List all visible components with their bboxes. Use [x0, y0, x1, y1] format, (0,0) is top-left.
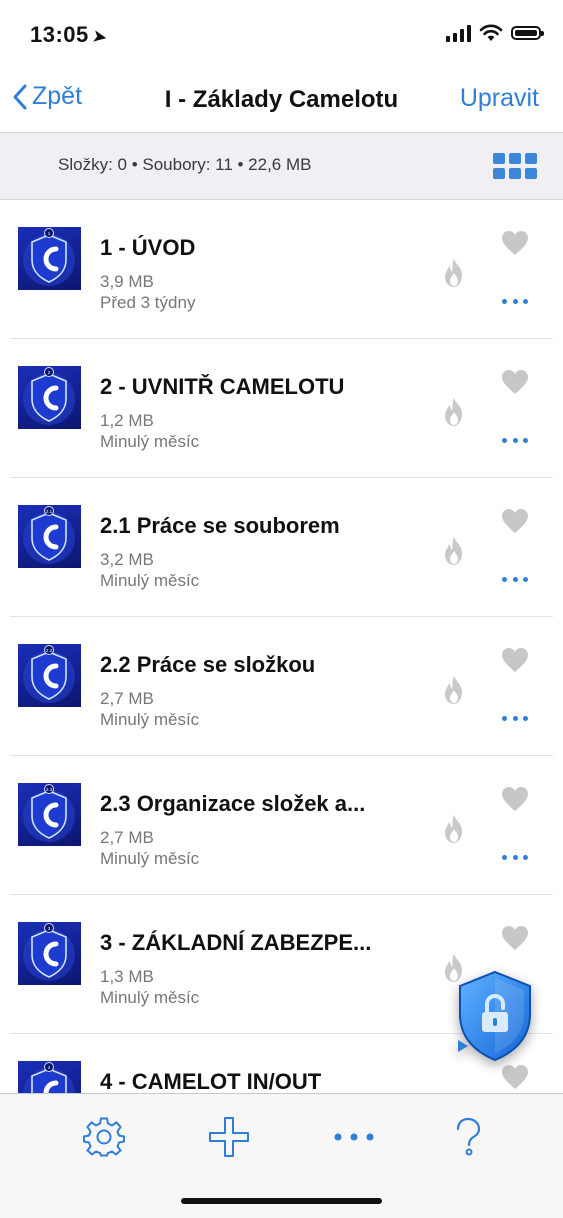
gear-icon [83, 1117, 125, 1157]
chevron-left-icon [13, 84, 27, 109]
file-more-icon[interactable] [502, 298, 528, 306]
lock-shield-button[interactable] [454, 968, 536, 1064]
file-more-icon[interactable] [502, 437, 528, 445]
thumbnail-number: 2.3 [46, 787, 53, 792]
edit-button[interactable]: Upravit [460, 84, 539, 113]
file-name: 1 - ÚVOD [100, 235, 196, 260]
folder-summary-bar: Složky: 0 • Soubory: 11 • 22,6 MB [0, 132, 563, 200]
plus-icon [209, 1117, 249, 1157]
file-thumbnail: 3 [18, 922, 81, 985]
home-indicator [181, 1198, 382, 1204]
flame-icon [445, 815, 462, 843]
favorite-heart-icon[interactable] [501, 230, 529, 256]
camelot-shield-logo: 3 [23, 923, 75, 981]
file-size: 1,2 MB [100, 411, 154, 430]
flame-icon [445, 259, 462, 287]
file-row[interactable]: 2 2 - UVNITŘ CAMELOTU 1,2 MB Minulý měsíc [0, 339, 563, 478]
help-icon [456, 1117, 481, 1156]
camelot-shield-logo: 2.3 [23, 784, 75, 842]
status-bar: 13:05 ➤ [0, 0, 563, 64]
add-button[interactable] [206, 1114, 252, 1160]
more-icon [334, 1133, 374, 1141]
file-row[interactable]: 1 1 - ÚVOD 3,9 MB Před 3 týdny [0, 200, 563, 339]
camelot-shield-logo: 2.1 [23, 506, 75, 564]
file-name: 2.2 Práce se složkou [100, 652, 316, 677]
file-list: 1 1 - ÚVOD 3,9 MB Před 3 týdny 2 2 - UVNITŘ C… [0, 200, 563, 1093]
file-size: 2,7 MB [100, 689, 154, 708]
file-name: 3 - ZÁKLADNÍ ZABEZPE... [100, 930, 372, 955]
file-date: Minulý měsíc [100, 432, 200, 451]
thumbnail-number: 2.1 [46, 509, 53, 514]
flame-icon [445, 398, 462, 426]
file-thumbnail: 4 [18, 1061, 81, 1093]
status-indicators [446, 24, 544, 42]
cellular-signal-icon [446, 24, 471, 42]
file-date: Minulý měsíc [100, 571, 200, 590]
file-name: 2.3 Organizace složek a... [100, 791, 366, 816]
file-name: 4 - CAMELOT IN/OUT [100, 1069, 322, 1093]
flame-icon [445, 537, 462, 565]
back-label: Zpět [32, 82, 83, 110]
wifi-icon [479, 24, 503, 41]
help-button[interactable] [445, 1114, 491, 1160]
file-row[interactable]: 2.2 2.2 Práce se složkou 2,7 MB Minulý měsí… [0, 617, 563, 756]
camelot-shield-logo: 4 [23, 1062, 75, 1093]
location-arrow-icon: ➤ [91, 27, 108, 48]
file-date: Minulý měsíc [100, 849, 200, 868]
file-date: Minulý měsíc [100, 710, 200, 729]
status-time: 13:05 ➤ [30, 22, 108, 48]
folder-summary-text: Složky: 0 • Soubory: 11 • 22,6 MB [58, 155, 312, 174]
file-row[interactable]: 2.1 2.1 Práce se souborem 3,2 MB Minulý měs… [0, 478, 563, 617]
favorite-heart-icon[interactable] [501, 786, 529, 812]
camelot-shield-logo: 1 [23, 228, 75, 286]
favorite-heart-icon[interactable] [501, 1064, 529, 1090]
file-name: 2 - UVNITŘ CAMELOTU [100, 374, 345, 399]
battery-icon [511, 26, 544, 40]
grid-view-icon[interactable] [493, 153, 537, 179]
file-size: 1,3 MB [100, 967, 154, 986]
camelot-shield-logo: 2.2 [23, 645, 75, 703]
favorite-heart-icon[interactable] [501, 647, 529, 673]
back-button[interactable]: Zpět [12, 82, 82, 111]
file-more-icon[interactable] [502, 854, 528, 862]
file-row[interactable]: 2.3 2.3 Organizace složek a... 2,7 MB Minul… [0, 756, 563, 895]
favorite-heart-icon[interactable] [501, 925, 529, 951]
file-size: 2,7 MB [100, 828, 154, 847]
file-date: Před 3 týdny [100, 293, 196, 312]
more-options-button[interactable] [331, 1114, 377, 1160]
file-thumbnail: 2.2 [18, 644, 81, 707]
camelot-shield-logo: 2 [23, 367, 75, 425]
navigation-bar: Zpět I - Základy Camelotu Upravit [0, 64, 563, 132]
favorite-heart-icon[interactable] [501, 508, 529, 534]
favorite-heart-icon[interactable] [501, 369, 529, 395]
file-size: 3,2 MB [100, 550, 154, 569]
file-thumbnail: 2.1 [18, 505, 81, 568]
file-more-icon[interactable] [502, 576, 528, 584]
file-thumbnail: 2 [18, 366, 81, 429]
file-thumbnail: 1 [18, 227, 81, 290]
file-name: 2.1 Práce se souborem [100, 513, 340, 538]
file-more-icon[interactable] [502, 715, 528, 723]
file-date: Minulý měsíc [100, 988, 200, 1007]
file-thumbnail: 2.3 [18, 783, 81, 846]
file-size: 3,9 MB [100, 272, 154, 291]
settings-button[interactable] [81, 1114, 127, 1160]
status-time-text: 13:05 [30, 22, 89, 47]
thumbnail-number: 2.2 [46, 648, 53, 653]
flame-icon [445, 676, 462, 704]
